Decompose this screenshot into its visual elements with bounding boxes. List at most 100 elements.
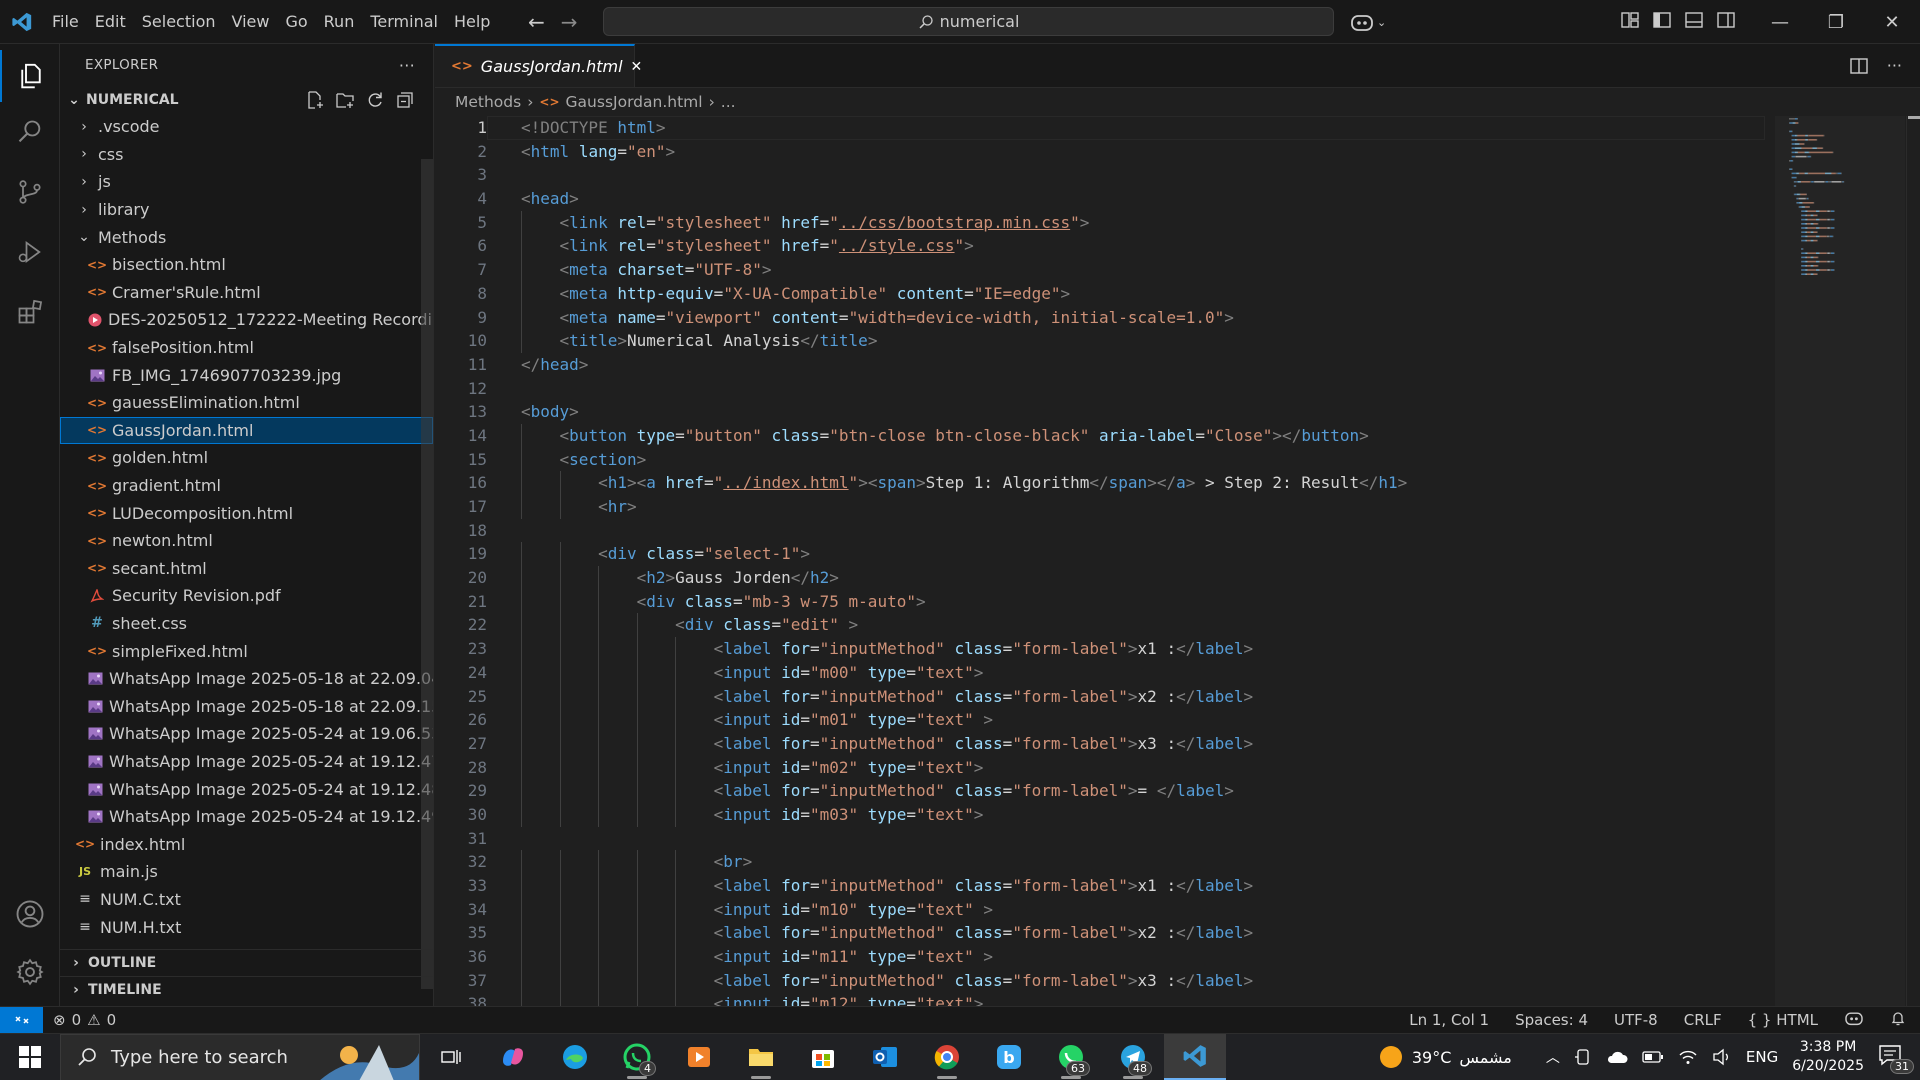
- encoding[interactable]: UTF-8: [1614, 1011, 1658, 1029]
- settings-gear-icon[interactable]: [0, 946, 60, 998]
- file-row[interactable]: WhatsApp Image 2025-05-24 at 19.12.49_9.…: [60, 803, 433, 831]
- folder-row[interactable]: ⌄ Methods: [60, 223, 433, 251]
- weather-widget[interactable]: 39°C مشمس: [1378, 1044, 1512, 1070]
- telegram-icon[interactable]: 48: [1102, 1034, 1164, 1080]
- customize-layout-icon[interactable]: [1620, 10, 1640, 30]
- more-editor-actions-icon[interactable]: ···: [1887, 56, 1902, 75]
- run-debug-icon[interactable]: [0, 226, 60, 278]
- file-row[interactable]: <> LUDecomposition.html: [60, 499, 433, 527]
- file-row[interactable]: WhatsApp Image 2025-05-24 at 19.06.53_6.…: [60, 720, 433, 748]
- toggle-secondary-sidebar-icon[interactable]: [1716, 10, 1736, 30]
- minimap[interactable]: [1785, 116, 1895, 286]
- task-view-icon[interactable]: [420, 1034, 482, 1080]
- bluesky-app-icon[interactable]: b: [978, 1034, 1040, 1080]
- back-arrow-icon[interactable]: ←: [528, 10, 545, 34]
- restore-icon[interactable]: ❐: [1808, 0, 1864, 44]
- new-folder-icon[interactable]: [335, 90, 355, 110]
- bell-icon[interactable]: [1890, 1010, 1906, 1030]
- file-row[interactable]: <> golden.html: [60, 444, 433, 472]
- command-center[interactable]: numerical: [603, 7, 1334, 36]
- file-row[interactable]: <> newton.html: [60, 527, 433, 555]
- extensions-icon[interactable]: [0, 286, 60, 338]
- split-editor-icon[interactable]: [1849, 56, 1869, 76]
- minimize-icon[interactable]: —: [1752, 0, 1808, 44]
- forward-arrow-icon[interactable]: →: [561, 10, 578, 34]
- outlook-icon[interactable]: [854, 1034, 916, 1080]
- remote-indicator[interactable]: [0, 1006, 43, 1034]
- breadcrumb-file[interactable]: GaussJordan.html: [566, 93, 703, 111]
- sidebar-scrollbar[interactable]: [421, 159, 433, 989]
- menu-selection[interactable]: Selection: [134, 0, 224, 44]
- timeline-section[interactable]: › TIMELINE: [60, 976, 434, 1003]
- file-row[interactable]: JS main.js: [60, 858, 433, 886]
- device-icon[interactable]: [1574, 1048, 1592, 1066]
- vscode-taskbar-icon[interactable]: [1164, 1033, 1226, 1080]
- menu-help[interactable]: Help: [446, 0, 498, 44]
- folder-row[interactable]: › js: [60, 168, 433, 196]
- file-row[interactable]: <> secant.html: [60, 555, 433, 583]
- close-tab-icon[interactable]: ✕: [631, 59, 643, 75]
- media-player-icon[interactable]: [668, 1034, 730, 1080]
- edge-browser-icon[interactable]: [544, 1034, 606, 1080]
- file-row[interactable]: WhatsApp Image 2025-05-24 at 19.12.48_e.…: [60, 775, 433, 803]
- microsoft-store-icon[interactable]: [792, 1034, 854, 1080]
- file-row[interactable]: Security Revision.pdf: [60, 582, 433, 610]
- cursor-position[interactable]: Ln 1, Col 1: [1409, 1011, 1489, 1029]
- more-actions-icon[interactable]: ···: [399, 56, 415, 75]
- taskbar-search-box[interactable]: Type here to search: [60, 1033, 420, 1080]
- problems-indicator[interactable]: ⊗ 0 ⚠ 0: [43, 1011, 116, 1029]
- menu-run[interactable]: Run: [316, 0, 363, 44]
- whatsapp-icon[interactable]: 4: [606, 1034, 668, 1080]
- file-row[interactable]: WhatsApp Image 2025-05-18 at 22.09.04_f.…: [60, 665, 433, 693]
- chrome-icon[interactable]: [916, 1034, 978, 1080]
- source-control-icon[interactable]: [0, 166, 60, 218]
- menu-go[interactable]: Go: [277, 0, 315, 44]
- file-row[interactable]: WhatsApp Image 2025-05-24 at 19.12.47_f.…: [60, 748, 433, 776]
- folder-row[interactable]: › css: [60, 141, 433, 169]
- language-mode[interactable]: { } HTML: [1748, 1011, 1818, 1029]
- toggle-panel-icon[interactable]: [1684, 10, 1704, 30]
- explorer-icon[interactable]: [0, 50, 60, 102]
- whatsapp-business-icon[interactable]: 63: [1040, 1034, 1102, 1080]
- accounts-icon[interactable]: [0, 888, 60, 940]
- outline-section[interactable]: › OUTLINE: [60, 949, 434, 976]
- indentation[interactable]: Spaces: 4: [1515, 1011, 1588, 1029]
- editor-scrollbar[interactable]: [1906, 116, 1920, 1006]
- folder-row[interactable]: › .vscode: [60, 113, 433, 141]
- windows-start-icon[interactable]: [0, 1034, 60, 1080]
- battery-icon[interactable]: [1642, 1050, 1664, 1064]
- file-row[interactable]: <> Cramer'sRule.html: [60, 279, 433, 307]
- file-row[interactable]: <> gauessElimination.html: [60, 389, 433, 417]
- file-row[interactable]: DES-20250512_172222-Meeting Recording...: [60, 306, 433, 334]
- file-row[interactable]: <> index.html: [60, 830, 433, 858]
- copilot-button[interactable]: ⌄: [1350, 10, 1386, 34]
- file-row[interactable]: <> falsePosition.html: [60, 334, 433, 362]
- tab-gaussjordan[interactable]: <> GaussJordan.html ✕: [435, 44, 642, 87]
- file-row[interactable]: FB_IMG_1746907703239.jpg: [60, 361, 433, 389]
- file-row[interactable]: <> GaussJordan.html: [60, 416, 433, 445]
- onedrive-cloud-icon[interactable]: [1606, 1049, 1628, 1065]
- refresh-icon[interactable]: [365, 90, 385, 110]
- breadcrumb-folder[interactable]: Methods: [455, 93, 521, 111]
- volume-icon[interactable]: [1712, 1048, 1732, 1066]
- file-row[interactable]: <> simpleFixed.html: [60, 637, 433, 665]
- clock[interactable]: 3:38 PM 6/20/2025: [1792, 1038, 1864, 1076]
- folder-row[interactable]: › library: [60, 196, 433, 224]
- collapse-all-icon[interactable]: [395, 90, 415, 110]
- notification-center-icon[interactable]: 31: [1878, 1044, 1914, 1074]
- close-window-icon[interactable]: ✕: [1864, 0, 1920, 44]
- copilot-status-icon[interactable]: [1844, 1010, 1864, 1030]
- file-explorer-icon[interactable]: [730, 1034, 792, 1080]
- input-language[interactable]: ENG: [1746, 1048, 1778, 1066]
- chevron-up-icon[interactable]: ︿: [1546, 1047, 1560, 1067]
- file-row[interactable]: <> bisection.html: [60, 251, 433, 279]
- file-row[interactable]: <> gradient.html: [60, 472, 433, 500]
- file-row[interactable]: ≡ NUM.C.txt: [60, 886, 433, 914]
- toggle-primary-sidebar-icon[interactable]: [1652, 10, 1672, 30]
- new-file-icon[interactable]: [305, 90, 325, 110]
- menu-file[interactable]: File: [44, 0, 87, 44]
- menu-view[interactable]: View: [224, 0, 278, 44]
- code-editor[interactable]: 1 <!DOCTYPE html> 2 <html lang="en"> 3 4 <head…: [435, 116, 1765, 1006]
- menu-terminal[interactable]: Terminal: [362, 0, 446, 44]
- search-view-icon[interactable]: [0, 106, 60, 158]
